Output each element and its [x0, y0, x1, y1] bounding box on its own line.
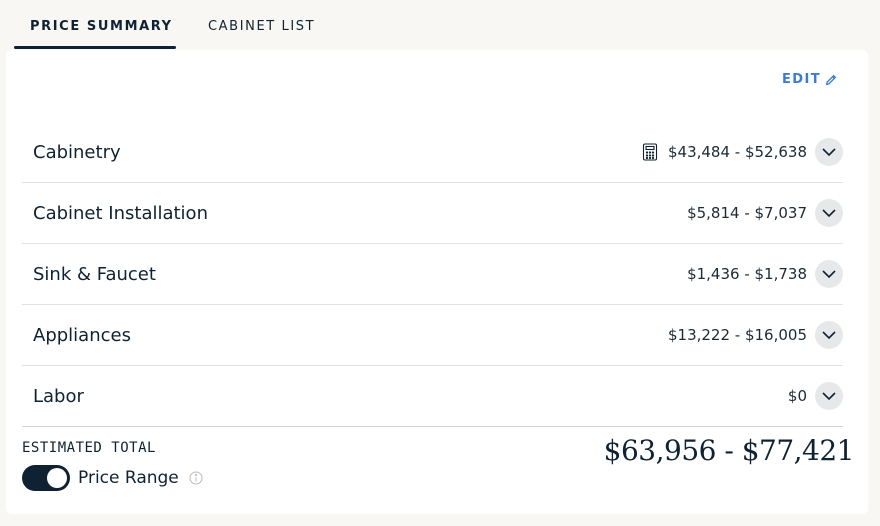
tab-price-summary[interactable]: PRICE SUMMARY	[30, 19, 173, 34]
expand-button[interactable]	[815, 199, 843, 227]
price-summary-panel: EDIT Cabinetry $43,484 - $52,638 Cabinet…	[6, 50, 868, 514]
chevron-down-icon	[822, 148, 836, 157]
row-price: $5,814 - $7,037	[687, 204, 807, 222]
edit-button[interactable]: EDIT	[782, 72, 838, 87]
cost-row-cabinetry[interactable]: Cabinetry $43,484 - $52,638	[22, 122, 843, 183]
cost-row-cabinet-installation[interactable]: Cabinet Installation $5,814 - $7,037	[22, 183, 843, 244]
chevron-down-icon	[822, 331, 836, 340]
expand-button[interactable]	[815, 138, 843, 166]
row-label: Labor	[33, 385, 84, 407]
calculator-icon	[642, 143, 658, 161]
tab-bar: PRICE SUMMARY CABINET LIST	[0, 0, 880, 50]
estimated-total-value: $63,956 - $77,421	[603, 434, 855, 467]
chevron-down-icon	[822, 392, 836, 401]
cost-row-appliances[interactable]: Appliances $13,222 - $16,005	[22, 305, 843, 366]
price-range-control: Price Range	[22, 465, 203, 491]
pencil-icon	[825, 74, 837, 85]
estimated-total-label: ESTIMATED TOTAL	[22, 440, 156, 456]
cost-row-sink-faucet[interactable]: Sink & Faucet $1,436 - $1,738	[22, 244, 843, 305]
row-label: Sink & Faucet	[33, 263, 156, 285]
expand-button[interactable]	[815, 260, 843, 288]
info-icon[interactable]	[189, 471, 203, 485]
expand-button[interactable]	[815, 382, 843, 410]
tab-cabinet-list[interactable]: CABINET LIST	[208, 19, 315, 34]
row-price: $13,222 - $16,005	[667, 326, 807, 344]
row-label: Cabinet Installation	[33, 202, 208, 224]
cost-breakdown-list: Cabinetry $43,484 - $52,638 Cabinet Inst…	[22, 122, 843, 427]
expand-button[interactable]	[815, 321, 843, 349]
row-label: Appliances	[33, 324, 131, 346]
row-price: $0	[787, 387, 807, 405]
toggle-knob	[47, 468, 67, 488]
row-price: $43,484 - $52,638	[667, 143, 807, 161]
row-label: Cabinetry	[33, 141, 121, 163]
edit-label: EDIT	[782, 72, 821, 87]
price-range-toggle[interactable]	[22, 465, 70, 491]
active-tab-indicator	[14, 46, 176, 49]
price-range-label: Price Range	[78, 468, 179, 488]
chevron-down-icon	[822, 270, 836, 279]
cost-row-labor[interactable]: Labor $0	[22, 366, 843, 427]
row-price: $1,436 - $1,738	[687, 265, 807, 283]
chevron-down-icon	[822, 209, 836, 218]
